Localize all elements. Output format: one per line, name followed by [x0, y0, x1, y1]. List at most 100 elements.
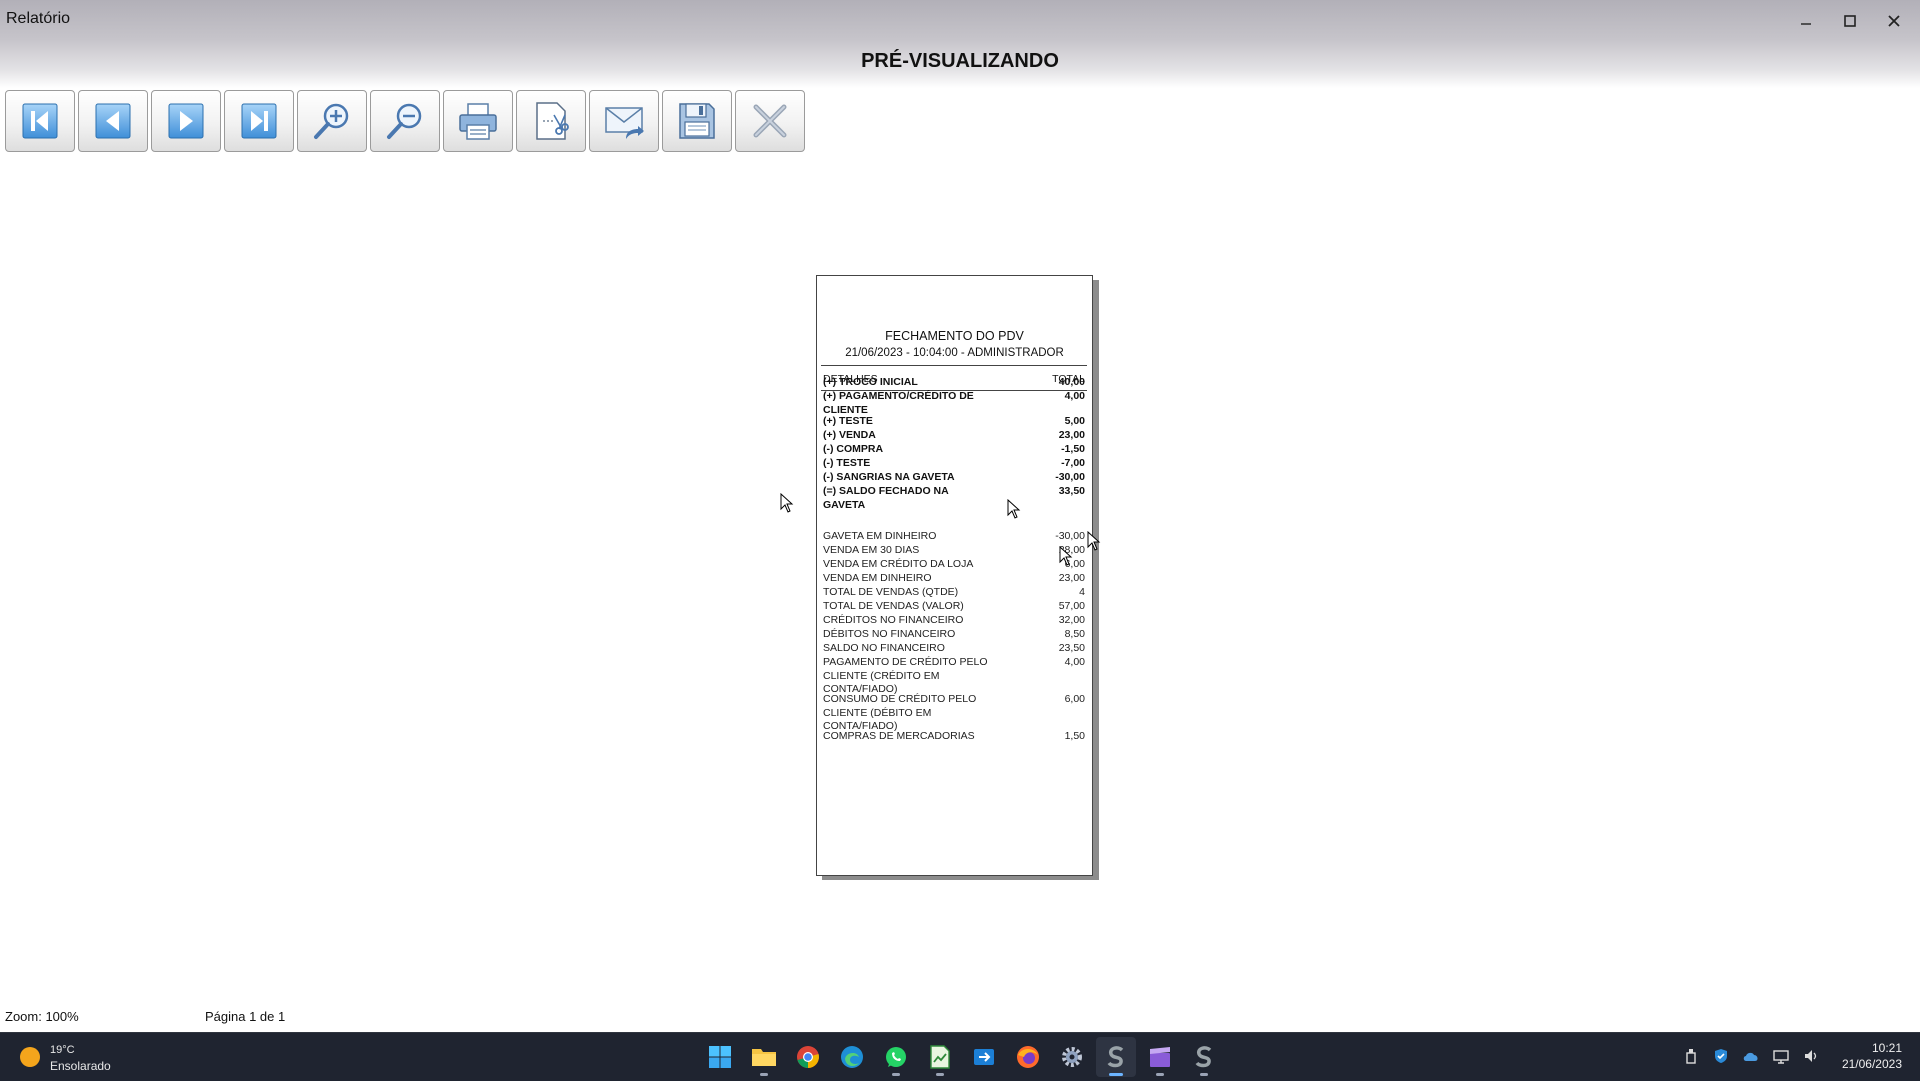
row-label: (-) TESTE — [823, 457, 871, 469]
row-value: 4 — [1079, 586, 1085, 598]
floppy-disk-icon — [679, 103, 715, 139]
row-label: (+) TESTE — [823, 415, 873, 427]
row-value: 4,00 — [1064, 656, 1085, 668]
row-label: TOTAL DE VENDAS (VALOR) — [823, 600, 964, 612]
report-subtitle: 21/06/2023 - 10:04:00 - ADMINISTRADOR — [845, 347, 1064, 359]
edge-button[interactable] — [832, 1037, 872, 1077]
row-label: (-) COMPRA — [823, 443, 884, 455]
row-value: 8,50 — [1064, 628, 1085, 640]
email-button[interactable] — [589, 90, 659, 152]
row-value: 1,50 — [1064, 730, 1085, 742]
row-label: (-) SANGRIAS NA GAVETA — [823, 471, 955, 483]
minimize-button[interactable] — [1784, 6, 1828, 36]
row-value: 23,00 — [1058, 572, 1085, 584]
chrome-button[interactable] — [788, 1037, 828, 1077]
security-shield-icon[interactable] — [1712, 1047, 1730, 1065]
row-label: COMPRAS DE MERCADORIAS — [823, 730, 975, 742]
folder-icon — [752, 1049, 776, 1066]
page-indicator: Página 1 de 1 — [205, 1009, 286, 1024]
row-label: (+) TROCO INICIAL — [823, 376, 918, 388]
close-button[interactable] — [1872, 6, 1916, 36]
first-page-button[interactable] — [5, 90, 75, 152]
next-page-icon — [168, 103, 204, 139]
mouse-cursor-icon — [1059, 546, 1073, 566]
edge-icon — [841, 1046, 863, 1068]
maximize-button[interactable] — [1828, 6, 1872, 36]
row-value: -1,50 — [1061, 443, 1085, 455]
page-setup-button[interactable] — [516, 90, 586, 152]
row-label: SALDO NO FINANCEIRO — [823, 642, 945, 654]
row-label: (+) VENDA — [823, 429, 876, 441]
row-label: (=) SALDO FECHADO NA GAVETA — [823, 485, 949, 511]
cloud-sync-icon[interactable] — [1742, 1047, 1760, 1065]
volume-icon[interactable] — [1802, 1047, 1820, 1065]
previous-page-button[interactable] — [78, 90, 148, 152]
maximize-icon — [1844, 15, 1856, 27]
header-divider — [821, 365, 1087, 366]
zoom-in-icon — [314, 103, 349, 139]
row-value: 6,00 — [1064, 693, 1085, 705]
spreadsheet-button[interactable] — [920, 1037, 960, 1077]
remote-app-button[interactable] — [964, 1037, 1004, 1077]
zoom-out-icon — [387, 103, 422, 139]
row-value: 23,50 — [1058, 642, 1085, 654]
save-button[interactable] — [662, 90, 732, 152]
start-button[interactable] — [700, 1037, 740, 1077]
mouse-cursor-icon — [780, 493, 794, 513]
row-value: -30,00 — [1055, 530, 1085, 542]
gear-icon — [1062, 1047, 1082, 1067]
window-title: Relatório — [6, 10, 71, 27]
taskbar-clock[interactable]: 10:21 21/06/2023 — [1842, 1040, 1902, 1072]
row-label: GAVETA EM DINHEIRO — [823, 530, 937, 542]
last-page-icon — [241, 103, 277, 139]
row-label: VENDA EM DINHEIRO — [823, 572, 932, 584]
whatsapp-button[interactable] — [876, 1037, 916, 1077]
next-page-button[interactable] — [151, 90, 221, 152]
taskbar: 19°C Ensolarado 10:21 21/06/2023 — [0, 1032, 1920, 1081]
spreadsheet-icon — [930, 1045, 950, 1069]
firefox-button[interactable] — [1008, 1037, 1048, 1077]
zoom-out-button[interactable] — [370, 90, 440, 152]
chrome-icon — [797, 1046, 819, 1068]
clock-date: 21/06/2023 — [1841, 1057, 1902, 1071]
system-tray — [1682, 1047, 1820, 1065]
last-page-button[interactable] — [224, 90, 294, 152]
taskbar-apps — [700, 1037, 1224, 1077]
mouse-cursor-icon — [1007, 499, 1021, 519]
erp-app-button[interactable] — [1096, 1037, 1136, 1077]
printer-icon — [459, 103, 497, 140]
video-app-button[interactable] — [1140, 1037, 1180, 1077]
usb-device-icon[interactable] — [1682, 1047, 1700, 1065]
row-label: CONSUMO DE CRÉDITO PELO CLIENTE (DÉBITO … — [823, 693, 977, 732]
close-icon — [1888, 15, 1900, 27]
row-label: VENDA EM CRÉDITO DA LOJA — [823, 558, 974, 570]
clapper-icon — [1150, 1047, 1170, 1067]
row-value: 4,00 — [1064, 390, 1085, 402]
weather-condition: Ensolarado — [50, 1059, 111, 1073]
settings-button[interactable] — [1052, 1037, 1092, 1077]
file-explorer-button[interactable] — [744, 1037, 784, 1077]
clock-time: 10:21 — [1871, 1041, 1902, 1055]
report-title: FECHAMENTO DO PDV — [885, 329, 1024, 343]
erp-s-icon — [1195, 1046, 1212, 1068]
row-value: 32,00 — [1058, 614, 1085, 626]
close-preview-button[interactable] — [735, 90, 805, 152]
row-value: 23,00 — [1058, 429, 1085, 441]
report-page: FECHAMENTO DO PDV 21/06/2023 - 10:04:00 … — [816, 275, 1093, 876]
print-button[interactable] — [443, 90, 513, 152]
row-label: PAGAMENTO DE CRÉDITO PELO CLIENTE (CRÉDI… — [823, 656, 988, 695]
close-icon — [753, 104, 787, 138]
row-value: -30,00 — [1055, 471, 1085, 483]
erp-app-2-button[interactable] — [1184, 1037, 1224, 1077]
weather-temperature: 19°C — [50, 1044, 75, 1056]
zoom-level: Zoom: 100% — [5, 1009, 79, 1024]
zoom-in-button[interactable] — [297, 90, 367, 152]
page-title: PRÉ-VISUALIZANDO — [861, 50, 1059, 72]
row-value: 5,00 — [1064, 415, 1085, 427]
network-icon[interactable] — [1772, 1047, 1790, 1065]
minimize-icon — [1801, 23, 1811, 25]
row-label: TOTAL DE VENDAS (QTDE) — [823, 586, 959, 598]
row-label: VENDA EM 30 DIAS — [823, 544, 920, 556]
row-value: -7,00 — [1061, 457, 1085, 469]
row-label: DÉBITOS NO FINANCEIRO — [823, 628, 956, 640]
